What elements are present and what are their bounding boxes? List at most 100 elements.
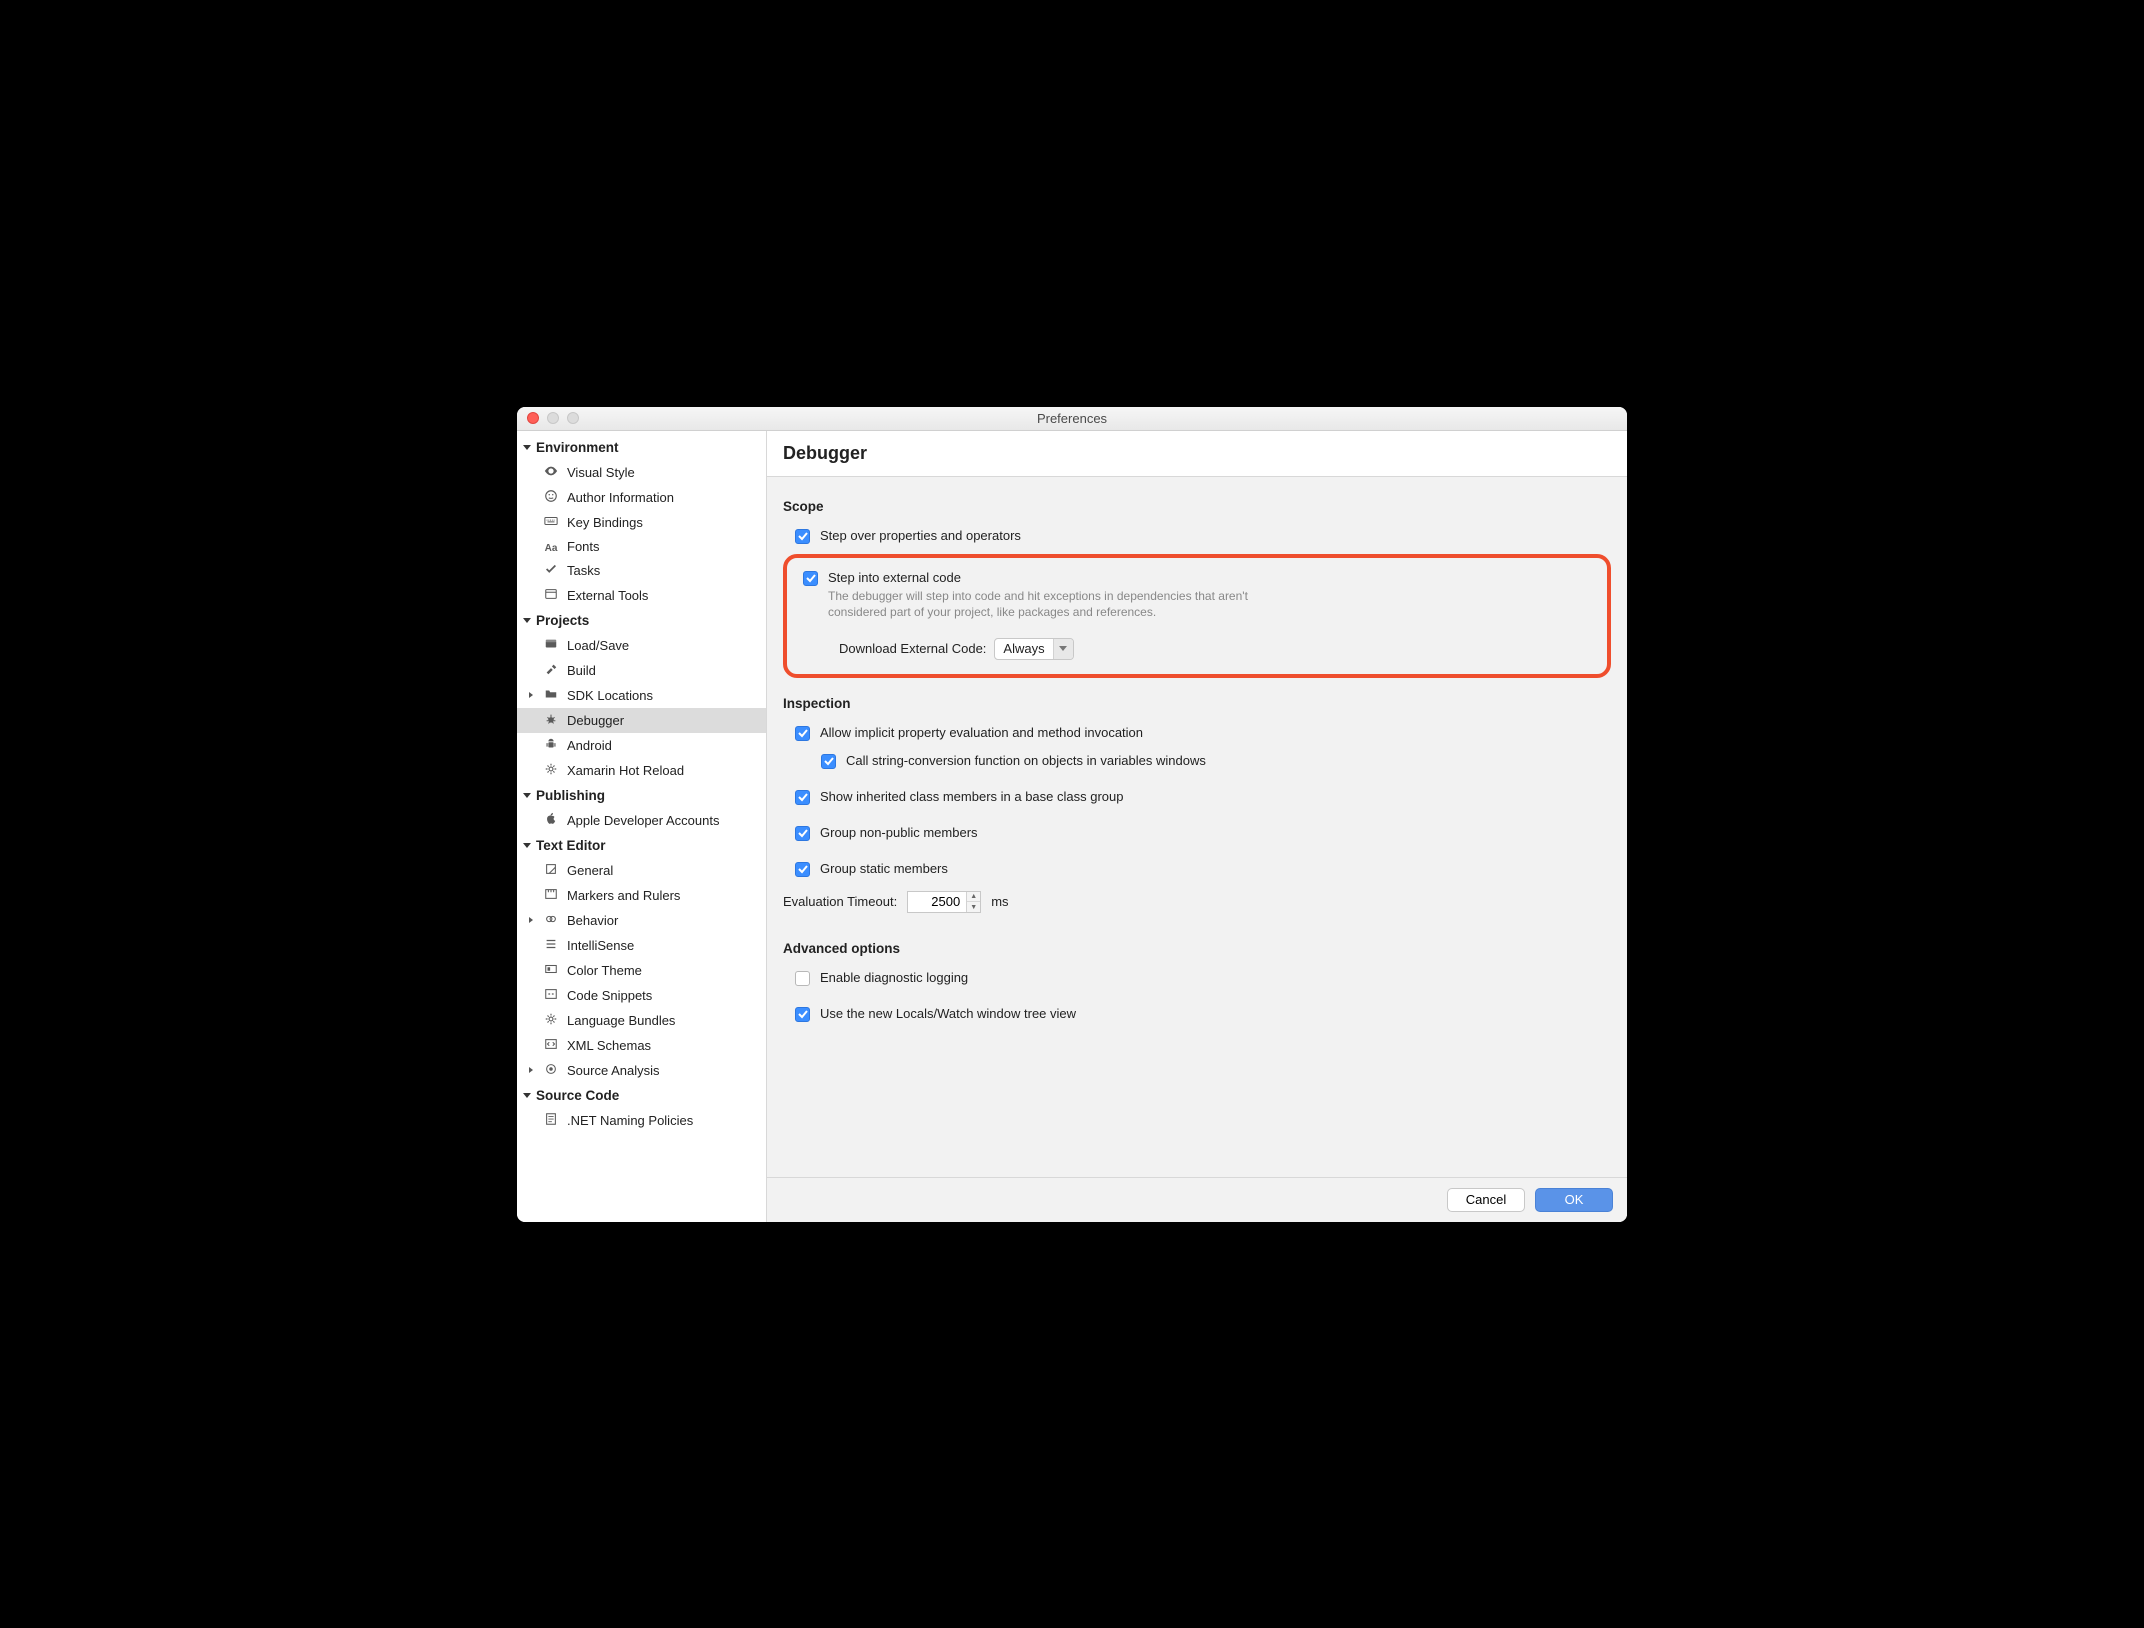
smile-icon	[543, 489, 559, 506]
check-icon	[543, 562, 559, 579]
eye-icon	[543, 464, 559, 481]
gear-icon	[543, 1012, 559, 1029]
sidebar-category[interactable]: Text Editor	[517, 833, 766, 858]
sidebar-item-xamarin-hot-reload[interactable]: Xamarin Hot Reload	[517, 758, 766, 783]
code-icon	[543, 987, 559, 1004]
label-locals-tree: Use the new Locals/Watch window tree vie…	[820, 1006, 1076, 1021]
xml-icon	[543, 1037, 559, 1054]
sidebar-item-color-theme[interactable]: Color Theme	[517, 958, 766, 983]
row-group-static: Group static members	[783, 855, 1611, 883]
behavior-icon	[543, 912, 559, 929]
sidebar-item-label: Android	[567, 738, 612, 753]
sidebar-item-intellisense[interactable]: IntelliSense	[517, 933, 766, 958]
category-label: Environment	[536, 440, 619, 455]
sidebar-item-label: Debugger	[567, 713, 624, 728]
chevron-icon	[523, 793, 531, 798]
sidebar-item-external-tools[interactable]: External Tools	[517, 583, 766, 608]
label-allow-implicit: Allow implicit property evaluation and m…	[820, 725, 1143, 740]
titlebar: Preferences	[517, 407, 1627, 431]
edit-icon	[543, 862, 559, 879]
checkbox-group-static[interactable]	[795, 862, 810, 877]
footer: Cancel OK	[767, 1177, 1627, 1222]
sidebar-item-code-snippets[interactable]: Code Snippets	[517, 983, 766, 1008]
sidebar-item-debugger[interactable]: Debugger	[517, 708, 766, 733]
sidebar-item-label: Visual Style	[567, 465, 635, 480]
sidebar-category[interactable]: Environment	[517, 435, 766, 460]
label-diagnostic: Enable diagnostic logging	[820, 970, 968, 985]
row-step-into: Step into external code The debugger wil…	[791, 564, 1599, 626]
aa-icon: Aa	[543, 539, 559, 554]
checkbox-allow-implicit[interactable]	[795, 726, 810, 741]
sidebar-item-general[interactable]: General	[517, 858, 766, 883]
label-timeout-unit: ms	[991, 894, 1008, 909]
checkbox-diagnostic[interactable]	[795, 971, 810, 986]
sidebar-item-load-save[interactable]: Load/Save	[517, 633, 766, 658]
label-download-external: Download External Code:	[839, 641, 986, 656]
section-scope: Scope	[783, 499, 1611, 514]
folder-icon	[543, 687, 559, 704]
stepper-up-icon[interactable]: ▲	[967, 892, 980, 903]
sidebar-item-language-bundles[interactable]: Language Bundles	[517, 1008, 766, 1033]
sidebar-item-fonts[interactable]: Aa Fonts	[517, 535, 766, 558]
sidebar-category[interactable]: Source Code	[517, 1083, 766, 1108]
select-download-external[interactable]: Always	[994, 638, 1073, 660]
chevron-icon	[523, 445, 531, 450]
gear-icon	[543, 762, 559, 779]
sidebar-item-label: XML Schemas	[567, 1038, 651, 1053]
row-group-nonpublic: Group non-public members	[783, 819, 1611, 847]
sidebar-item-label: Fonts	[567, 539, 600, 554]
highlight-step-into: Step into external code The debugger wil…	[783, 554, 1611, 678]
sidebar-item-label: Apple Developer Accounts	[567, 813, 719, 828]
sidebar-item-behavior[interactable]: Behavior	[517, 908, 766, 933]
keyboard-icon	[543, 514, 559, 531]
row-download-external: Download External Code: Always	[839, 638, 1599, 660]
chevron-icon	[523, 618, 531, 623]
chevron-right-icon	[529, 1067, 533, 1073]
sidebar: Environment Visual Style Author Informatio…	[517, 431, 767, 1222]
sidebar-category[interactable]: Projects	[517, 608, 766, 633]
sidebar-item-label: Load/Save	[567, 638, 629, 653]
category-label: Publishing	[536, 788, 605, 803]
sidebar-item-build[interactable]: Build	[517, 658, 766, 683]
label-show-inherited: Show inherited class members in a base c…	[820, 789, 1123, 804]
checkbox-locals-tree[interactable]	[795, 1007, 810, 1022]
palette-icon	[543, 962, 559, 979]
sidebar-item-author-information[interactable]: Author Information	[517, 485, 766, 510]
checkbox-call-string[interactable]	[821, 754, 836, 769]
preferences-window: Preferences Environment Visual Style Autho…	[517, 407, 1627, 1222]
checkbox-show-inherited[interactable]	[795, 790, 810, 805]
checkbox-step-into[interactable]	[803, 571, 818, 586]
timeout-field[interactable]	[908, 892, 966, 912]
checkbox-step-over[interactable]	[795, 529, 810, 544]
sidebar-item-source-analysis[interactable]: Source Analysis	[517, 1058, 766, 1083]
chevron-right-icon	[529, 917, 533, 923]
sidebar-item-key-bindings[interactable]: Key Bindings	[517, 510, 766, 535]
label-timeout: Evaluation Timeout:	[783, 894, 897, 909]
ok-button[interactable]: OK	[1535, 1188, 1613, 1212]
checkbox-group-nonpublic[interactable]	[795, 826, 810, 841]
row-locals-tree: Use the new Locals/Watch window tree vie…	[783, 1000, 1611, 1028]
sidebar-item-xml-schemas[interactable]: XML Schemas	[517, 1033, 766, 1058]
sidebar-item-label: Color Theme	[567, 963, 642, 978]
category-label: Source Code	[536, 1088, 619, 1103]
hammer-icon	[543, 662, 559, 679]
sidebar-item-label: .NET Naming Policies	[567, 1113, 693, 1128]
sidebar-category[interactable]: Publishing	[517, 783, 766, 808]
sidebar-item-tasks[interactable]: Tasks	[517, 558, 766, 583]
sidebar-item--net-naming-policies[interactable]: .NET Naming Policies	[517, 1108, 766, 1133]
sidebar-item-visual-style[interactable]: Visual Style	[517, 460, 766, 485]
sidebar-item-sdk-locations[interactable]: SDK Locations	[517, 683, 766, 708]
sidebar-item-label: General	[567, 863, 613, 878]
sidebar-item-apple-developer-accounts[interactable]: Apple Developer Accounts	[517, 808, 766, 833]
input-timeout[interactable]: ▲ ▼	[907, 891, 981, 913]
target-icon	[543, 1062, 559, 1079]
sidebar-item-markers-and-rulers[interactable]: Markers and Rulers	[517, 883, 766, 908]
row-call-string: Call string-conversion function on objec…	[783, 747, 1611, 775]
main-content: Scope Step over properties and operators…	[767, 477, 1627, 1177]
label-group-static: Group static members	[820, 861, 948, 876]
sidebar-item-android[interactable]: Android	[517, 733, 766, 758]
page-title: Debugger	[767, 431, 1627, 477]
list-icon	[543, 937, 559, 954]
cancel-button[interactable]: Cancel	[1447, 1188, 1525, 1212]
stepper-down-icon[interactable]: ▼	[967, 902, 980, 912]
